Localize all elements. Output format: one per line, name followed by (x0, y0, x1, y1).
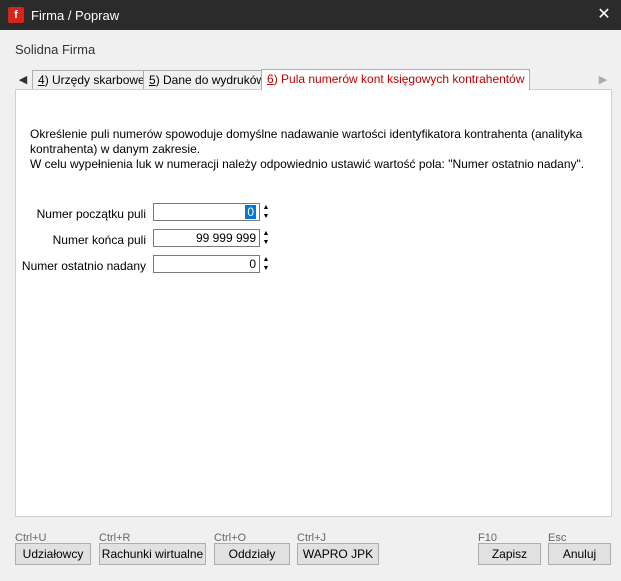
window-title: Firma / Popraw (31, 8, 120, 23)
tab-number: 6 (267, 72, 274, 86)
spin-up-icon[interactable]: ▲ (260, 255, 272, 264)
oddzialy-button[interactable]: Oddziały (214, 543, 290, 565)
zapisz-button[interactable]: Zapisz (478, 543, 541, 565)
end-number-input[interactable]: 99 999 999 (153, 229, 260, 247)
start-number-spinner[interactable]: ▲ ▼ (260, 203, 272, 221)
title-bar: f Firma / Popraw ✕ (0, 0, 621, 30)
tab-panel: Określenie puli numerów spowoduje domyśl… (15, 89, 612, 517)
spin-down-icon[interactable]: ▼ (260, 264, 272, 273)
tab-scroll-left-icon[interactable]: ◀ (16, 71, 30, 89)
anuluj-button[interactable]: Anuluj (548, 543, 611, 565)
wapro-jpk-button[interactable]: WAPRO JPK (297, 543, 379, 565)
tab-label: ) Pula numerów kont księgowych kontrahen… (273, 72, 525, 86)
description-text: Określenie puli numerów spowoduje domyśl… (30, 127, 605, 172)
start-number-value: 0 (245, 205, 256, 219)
app-logo-icon: f (8, 7, 24, 23)
field-label-start: Numer początku puli (36, 207, 146, 221)
tab-scroll-right-icon[interactable]: ▶ (596, 71, 610, 89)
description-line-1: Określenie puli numerów spowoduje domyśl… (30, 127, 583, 156)
tab-number: 5 (149, 73, 156, 87)
spin-down-icon[interactable]: ▼ (260, 238, 272, 247)
field-label-last: Numer ostatnio nadany (21, 259, 146, 273)
spin-up-icon[interactable]: ▲ (260, 229, 272, 238)
tab-label: ) Dane do wydruków (155, 73, 266, 87)
tab-urzedy-skarbowe[interactable]: 4) Urzędy skarbowe (32, 70, 151, 89)
last-number-input[interactable]: 0 (153, 255, 260, 273)
spin-down-icon[interactable]: ▼ (260, 212, 272, 221)
close-icon[interactable]: ✕ (587, 0, 621, 30)
tab-number: 4 (38, 73, 45, 87)
start-number-input[interactable]: 0 (153, 203, 260, 221)
firm-name: Solidna Firma (15, 42, 96, 57)
udzialowcy-button[interactable]: Udziałowcy (15, 543, 91, 565)
spin-up-icon[interactable]: ▲ (260, 203, 272, 212)
field-label-end: Numer końca puli (52, 233, 146, 247)
end-number-spinner[interactable]: ▲ ▼ (260, 229, 272, 247)
tab-dane-do-wydrukow[interactable]: 5) Dane do wydruków (143, 70, 272, 89)
rachunki-wirtualne-button[interactable]: Rachunki wirtualne (99, 543, 206, 565)
description-line-2: W celu wypełnienia luk w numeracji należ… (30, 157, 585, 171)
tab-label: ) Urzędy skarbowe (44, 73, 145, 87)
last-number-spinner[interactable]: ▲ ▼ (260, 255, 272, 273)
tab-pula-numerow[interactable]: 6) Pula numerów kont księgowych kontrahe… (261, 69, 531, 90)
